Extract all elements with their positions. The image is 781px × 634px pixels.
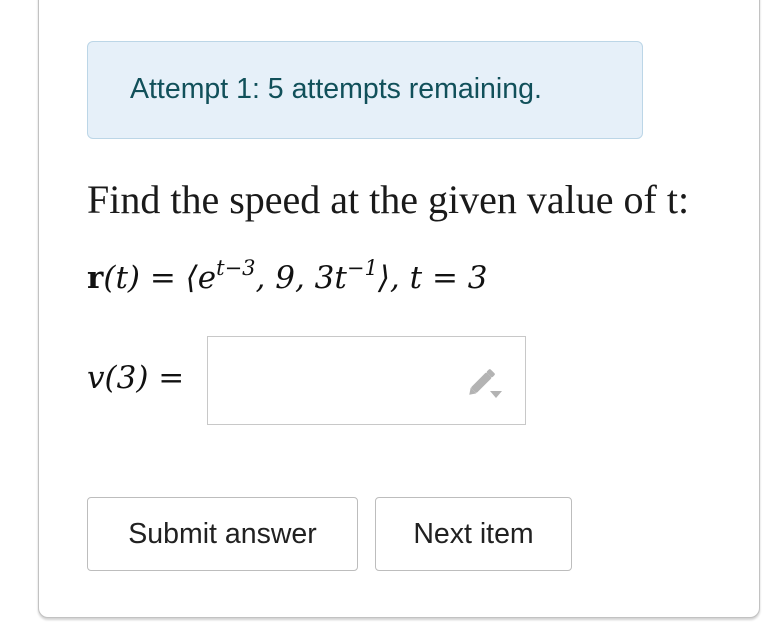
submit-answer-button[interactable]: Submit answer <box>87 497 358 571</box>
equation-exponent-2: −1 <box>346 256 378 280</box>
answer-label: v(3) = <box>87 360 184 396</box>
answer-label-text: v(3) = <box>87 360 185 396</box>
attempt-status-text: Attempt 1: 5 attempts remaining. <box>130 73 542 105</box>
question-prompt: Find the speed at the given value of t: <box>87 177 690 222</box>
equation-middle: , 9, 3t <box>255 260 347 296</box>
equation-lhs: (t) = ⟨e <box>103 260 217 296</box>
equation-exponent-1: t−3 <box>216 256 256 280</box>
pencil-icon[interactable] <box>462 365 506 401</box>
equation-rhs: ⟩, t = 3 <box>377 260 488 296</box>
next-item-button[interactable]: Next item <box>375 497 572 571</box>
vector-function-equation: r(t) = ⟨et−3, 9, 3t−1⟩, t = 3 <box>87 258 488 297</box>
equation-vector-name: r <box>87 260 104 296</box>
